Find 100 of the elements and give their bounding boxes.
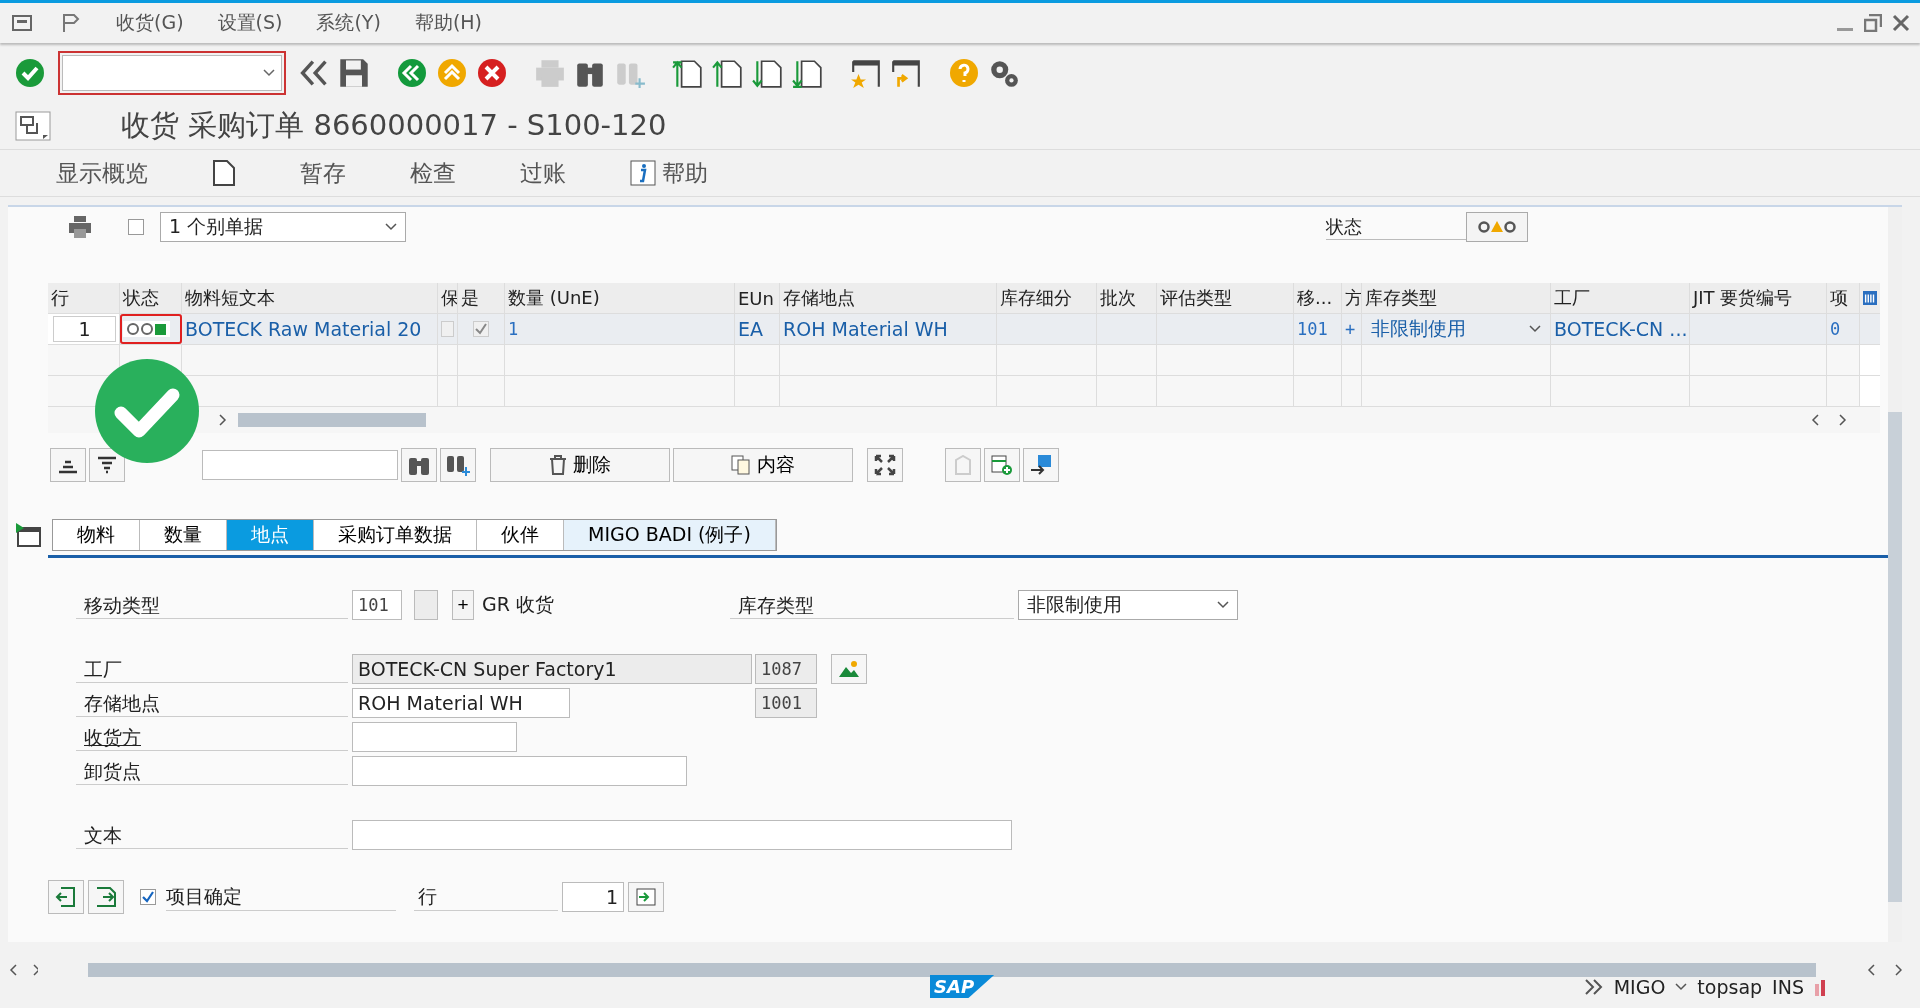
column-settings-icon[interactable]: [1863, 290, 1877, 306]
find-next-button[interactable]: [440, 448, 476, 482]
menu-item[interactable]: 帮助(H): [414, 10, 482, 36]
field-label: 移动类型: [84, 594, 160, 616]
layout-menu-icon[interactable]: [15, 111, 51, 141]
printer-icon[interactable]: [68, 215, 92, 239]
window-arrow-icon[interactable]: [890, 57, 922, 89]
scroll-left-icon[interactable]: [8, 963, 38, 977]
checkmark-icon: [142, 891, 154, 903]
contents-button[interactable]: 内容: [673, 448, 853, 482]
column-header[interactable]: 评估类型: [1157, 283, 1294, 313]
column-header[interactable]: JIT 要货编号: [1690, 283, 1827, 313]
column-header[interactable]: 工厂: [1551, 283, 1690, 313]
sign-button[interactable]: +: [452, 590, 474, 620]
document-dropdown[interactable]: 1 个别单据: [160, 212, 406, 242]
enter-icon[interactable]: [14, 57, 46, 89]
checkbox[interactable]: [128, 219, 144, 235]
previous-item-button[interactable]: [48, 880, 84, 914]
previous-item-icon: [55, 886, 77, 908]
table-dropdown[interactable]: 非限制使用: [1365, 316, 1547, 342]
table-scrollbar[interactable]: [238, 413, 426, 427]
column-header[interactable]: EUn: [735, 283, 780, 313]
column-header[interactable]: 数量 (UnE): [505, 283, 735, 313]
column-header[interactable]: 行: [48, 283, 120, 313]
caret-icon[interactable]: [1675, 982, 1688, 991]
input-field[interactable]: BOTECK-CN Super Factory1: [352, 654, 752, 684]
toolbar-button[interactable]: 显示概览: [46, 153, 158, 193]
menu-item[interactable]: 收货(G): [116, 10, 184, 36]
first-page-icon[interactable]: [672, 57, 704, 89]
checkbox[interactable]: [140, 889, 156, 905]
close-icon[interactable]: [1892, 14, 1910, 32]
light-ring-icon: [141, 323, 153, 335]
table-cell: EA: [735, 314, 780, 344]
double-chevron-icon[interactable]: [1583, 977, 1604, 996]
status-button[interactable]: [1466, 212, 1528, 242]
caret-icon: [385, 223, 397, 231]
align-top-button[interactable]: [50, 448, 86, 482]
vertical-scrollbar[interactable]: [1888, 207, 1902, 942]
input-field[interactable]: [352, 820, 1012, 850]
column-header[interactable]: 批次: [1097, 283, 1157, 313]
light-ring-icon: [127, 323, 139, 335]
column-header[interactable]: 物料短文本: [182, 283, 438, 313]
search-field[interactable]: [202, 450, 398, 480]
input-field[interactable]: 101: [352, 590, 402, 620]
field-link[interactable]: 收货方: [84, 726, 141, 748]
fullscreen-button[interactable]: [867, 448, 903, 482]
help-button[interactable]: 帮助: [620, 153, 718, 193]
input-field[interactable]: [414, 590, 438, 620]
column-header[interactable]: 是: [458, 283, 505, 313]
save-icon[interactable]: [338, 57, 370, 89]
menu-item[interactable]: 设置(S): [217, 10, 283, 36]
find-button[interactable]: [401, 448, 437, 482]
transaction-code[interactable]: MIGO: [1613, 975, 1666, 998]
toolbar-button[interactable]: 暂存: [290, 153, 356, 193]
cancel-icon[interactable]: [476, 57, 508, 89]
next-item-button[interactable]: [88, 880, 124, 914]
column-header[interactable]: 库存类型: [1362, 283, 1551, 313]
input-field[interactable]: [352, 756, 687, 786]
transfer-button[interactable]: [1023, 448, 1059, 482]
delete-icon: [549, 455, 567, 475]
previous-page-icon[interactable]: [712, 57, 744, 89]
delete-button[interactable]: 删除: [490, 448, 670, 482]
input-field[interactable]: 1001: [755, 688, 817, 718]
column-header[interactable]: 库存细分: [997, 283, 1097, 313]
last-page-icon[interactable]: [792, 57, 824, 89]
column-header[interactable]: 项: [1827, 283, 1860, 313]
line-field[interactable]: 1: [562, 882, 624, 912]
table-cell: BOTECK Raw Material 20: [182, 314, 438, 344]
back-icon[interactable]: [396, 57, 428, 89]
toolbar-button[interactable]: 过账: [510, 153, 576, 193]
table-cell: 0: [1827, 314, 1860, 344]
chevron-right-icon[interactable]: [218, 413, 228, 427]
window-star-icon[interactable]: [850, 57, 882, 89]
find-next-icon: [446, 454, 470, 476]
checkbox-label: 项目确定: [166, 883, 396, 911]
column-header[interactable]: 移...: [1294, 283, 1342, 313]
stock-type-dropdown[interactable]: 非限制使用: [1017, 590, 1238, 620]
column-header[interactable]: 存储地点: [780, 283, 997, 313]
next-item-icon: [95, 886, 117, 908]
mountain-icon: [838, 660, 860, 678]
flag-icon[interactable]: [62, 13, 80, 33]
restore-icon[interactable]: [1864, 14, 1882, 32]
go-to-line-button[interactable]: [628, 882, 664, 912]
panel-toggle-icon[interactable]: [14, 522, 42, 548]
input-field[interactable]: 1087: [755, 654, 817, 684]
horizontal-scrollbar[interactable]: [88, 963, 1816, 977]
add-row-button[interactable]: [984, 448, 1020, 482]
transfer-icon: [1030, 454, 1052, 476]
input-field[interactable]: [352, 722, 517, 752]
tab[interactable]: MIGO BADI (例子): [564, 520, 776, 550]
input-field[interactable]: ROH Material WH: [352, 688, 570, 718]
toolbar-button[interactable]: 检查: [400, 153, 466, 193]
next-page-icon[interactable]: [752, 57, 784, 89]
table-cell: +: [1342, 314, 1362, 344]
column-header[interactable]: 状态: [120, 283, 182, 313]
filter-button[interactable]: [89, 448, 125, 482]
menu-icon[interactable]: [12, 15, 32, 31]
scroll-right-icon[interactable]: [1866, 963, 1902, 977]
mountain-button[interactable]: [831, 654, 867, 684]
menu-item[interactable]: 系统(Y): [316, 10, 381, 36]
